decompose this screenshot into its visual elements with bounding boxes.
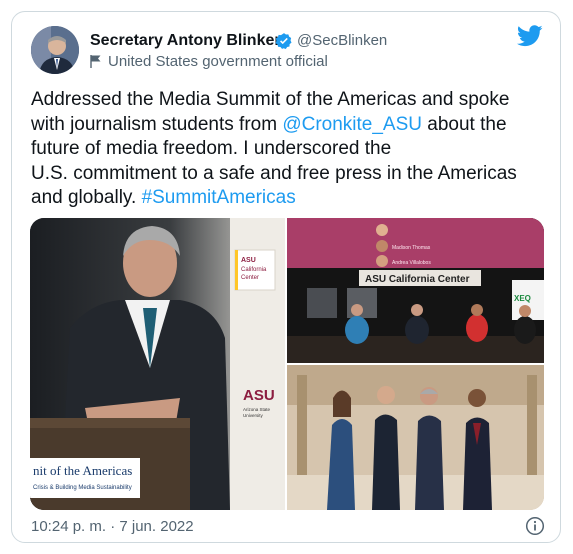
government-label: United States government official	[90, 52, 328, 71]
avatar[interactable]	[31, 26, 79, 74]
government-label-text: United States government official	[108, 53, 328, 70]
tweet-card: Secretary Antony Blinken @SecBlinken Uni…	[11, 11, 561, 543]
mention-link[interactable]: @Cronkite_ASU	[282, 114, 422, 135]
asu-logo-sub: Arizona State	[243, 407, 271, 412]
tweet-line: and globally.	[31, 187, 142, 208]
tweet-line: with journalism students from	[31, 113, 283, 135]
photo-speaker-podium[interactable]: ASU California Center ASU Arizona State …	[30, 218, 285, 510]
asu-logo-sub: University	[243, 413, 264, 418]
twitter-bird-icon[interactable]	[517, 25, 543, 47]
verified-badge-icon	[275, 33, 292, 50]
sign-text: ASU	[241, 257, 256, 264]
tweet-line: Addressed the Media Summit of the Americ…	[31, 89, 510, 110]
author-handle[interactable]: @SecBlinken	[297, 31, 387, 50]
info-icon[interactable]	[525, 516, 545, 536]
photo-panel-discussion[interactable]: Madison Thomas Andrea Villalobos ASU Cal…	[287, 218, 544, 363]
asu-logo-text: ASU	[243, 387, 275, 404]
stage-banner-text: ASU California Center	[365, 274, 470, 285]
hashtag-link[interactable]: #SummitAmericas	[142, 187, 296, 208]
media-grid: ASU California Center ASU Arizona State …	[30, 218, 544, 510]
speaker-name: Andrea Villalobos	[392, 260, 431, 266]
tweet-timestamp[interactable]: 10:24 p. m. · 7 jun. 2022	[31, 518, 194, 535]
speaker-name: Madison Thomas	[392, 245, 431, 251]
flag-icon	[90, 55, 101, 68]
photo-group[interactable]	[287, 365, 544, 510]
sponsor-text: XEQ	[514, 294, 531, 303]
tweet-line: U.S. commitment to a safe and free press…	[31, 162, 517, 184]
podium-sign-sub: Crisis & Building Media Sustainability	[33, 485, 132, 491]
podium-sign-text: nit of the Americas	[33, 463, 132, 478]
author-name[interactable]: Secretary Antony Blinken	[90, 31, 284, 50]
tweet-text: Addressed the Media Summit of the Americ…	[31, 88, 543, 211]
tweet-line: about the	[422, 113, 507, 135]
sign-text: Center	[241, 275, 259, 281]
tweet-line: future of media freedom. I underscored t…	[31, 138, 392, 159]
sign-text: California	[241, 267, 267, 273]
